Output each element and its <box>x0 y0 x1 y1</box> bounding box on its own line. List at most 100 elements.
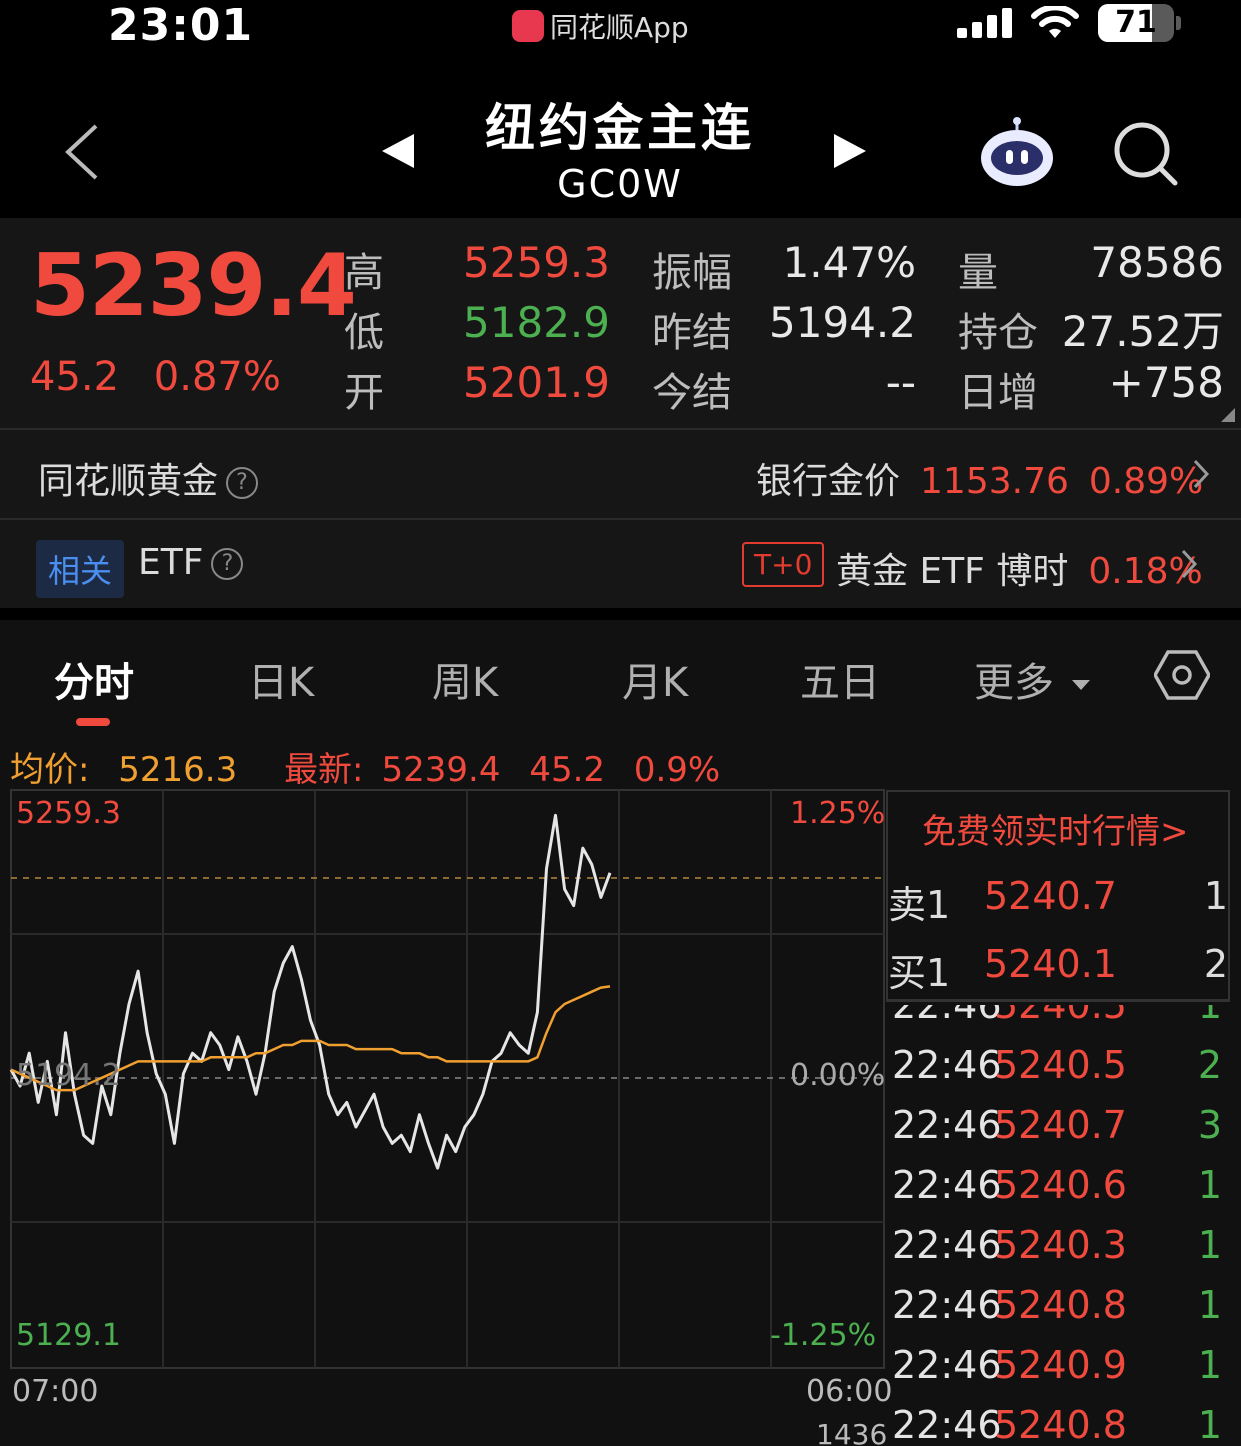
bid-label: 买1 <box>888 951 951 995</box>
instrument-code: GC0W <box>557 162 683 206</box>
tick-price: 5240.7 <box>994 1103 1127 1147</box>
tick-qty: 1 <box>1197 1283 1222 1327</box>
latest-change: 45.2 <box>529 750 606 790</box>
active-tab-indicator <box>76 718 110 726</box>
tab-intraday[interactable]: 分时 <box>54 650 134 708</box>
tick-row: 22:46 5240.8 1 <box>892 1283 1222 1343</box>
tick-qty: 2 <box>1197 1043 1222 1087</box>
open-interest-value: 27.52万 <box>1061 307 1224 356</box>
status-app-back[interactable]: 同花顺App <box>512 6 689 46</box>
next-contract-icon[interactable] <box>832 132 868 170</box>
chart-settings-icon[interactable] <box>1154 650 1210 700</box>
expand-corner-icon[interactable] <box>1221 408 1235 422</box>
daily-increase-value: +758 <box>1108 358 1224 407</box>
open-interest-label: 持仓 <box>958 310 1038 356</box>
status-bar: 23:01 同花顺App 71 <box>0 0 1241 52</box>
avg-price: 均价: 5216.3 <box>10 750 255 790</box>
daily-increase-label: 日增 <box>958 370 1038 416</box>
volume-label: 量 <box>958 250 998 296</box>
ask-label: 卖1 <box>888 883 951 927</box>
today-settle-value: -- <box>885 358 916 407</box>
latest-value: 5239.4 <box>381 750 501 790</box>
free-quote-link[interactable]: 免费领实时行情> <box>922 804 1189 853</box>
etf-info: 黄金 ETF 博时 0.18% <box>836 542 1203 594</box>
battery-icon: 71 <box>1098 4 1174 42</box>
bank-gold-pct: 0.89% <box>1088 461 1204 502</box>
tick-row: 22:46 5240.5 2 <box>892 1043 1222 1103</box>
tick-qty: 1 <box>1197 1223 1222 1267</box>
period-tabs: 分时 日K 周K 月K 五日 更多 <box>0 620 1241 728</box>
change-percent: 0.87% <box>153 354 281 400</box>
signal-icon <box>957 8 1012 38</box>
tick-time: 22:46 <box>892 1343 1002 1387</box>
price-change: 45.2 0.87% <box>30 354 303 400</box>
y-tick-left: 5259.3 <box>16 796 121 831</box>
volume-value: 78586 <box>1090 238 1224 287</box>
chevron-right-icon <box>1181 549 1198 579</box>
tab-monthly-k[interactable]: 月K <box>622 650 688 708</box>
open-label: 开 <box>344 370 384 416</box>
related-tag: 相关 <box>36 540 125 598</box>
tab-more[interactable]: 更多 <box>974 650 1091 708</box>
etf-row[interactable]: 相关 ETF? T+0 黄金 ETF 博时 0.18% <box>0 520 1241 608</box>
latest-label: 最新: <box>284 750 364 790</box>
robot-assistant-icon[interactable] <box>978 116 1056 188</box>
x-tick: 07:00 <box>12 1374 99 1409</box>
gold-row-label: 同花顺黄金? <box>38 452 259 504</box>
help-icon[interactable]: ? <box>226 467 259 499</box>
search-icon[interactable] <box>1112 120 1178 186</box>
last-price: 5239.4 <box>30 236 357 336</box>
tick-time: 22:46 <box>892 1163 1002 1207</box>
tick-list[interactable]: 22:46 5240.5 1 22:46 5240.5 2 22:46 5240.7 3 2… <box>886 1005 1230 1446</box>
etf-label-wrap: ETF? <box>138 542 244 583</box>
open-value: 5201.9 <box>463 358 610 407</box>
tick-qty: 1 <box>1197 1005 1222 1027</box>
series-layer <box>9 813 612 1170</box>
tick-time: 22:46 <box>892 1103 1002 1147</box>
tab-five-day[interactable]: 五日 <box>800 650 880 708</box>
order-book: 免费领实时行情> 卖1 5240.7 1 买1 5240.1 2 22:46 52… <box>886 790 1230 1446</box>
low-label: 低 <box>344 310 384 356</box>
status-app-name: 同花顺App <box>550 11 689 44</box>
high-value: 5259.3 <box>463 238 610 287</box>
avg-price-value: 5216.3 <box>118 750 238 790</box>
tab-weekly-k[interactable]: 周K <box>432 650 498 708</box>
bank-gold-price: 1153.76 <box>920 461 1069 502</box>
y-tick-right: 0.00% <box>790 1058 886 1093</box>
intraday-chart[interactable] <box>0 788 886 1446</box>
tick-row: 22:46 5240.5 1 <box>892 1005 1222 1043</box>
bid-price: 5240.1 <box>984 942 1117 986</box>
bid-qty: 2 <box>1203 942 1228 986</box>
change-value: 45.2 <box>30 354 120 400</box>
instrument-title: 纽约金主连 <box>485 99 755 157</box>
tick-qty: 1 <box>1197 1403 1222 1446</box>
y-tick-left: 5194.2 <box>16 1058 121 1093</box>
etf-label: ETF <box>138 542 204 583</box>
etf-name: 黄金 ETF 博时 <box>836 551 1069 592</box>
tick-time: 22:46 <box>892 1043 1002 1087</box>
tick-price: 5240.6 <box>994 1163 1127 1207</box>
ask-price: 5240.7 <box>984 874 1117 918</box>
help-icon[interactable]: ? <box>211 548 244 580</box>
high-label: 高 <box>344 250 384 296</box>
gold-row[interactable]: 同花顺黄金? 银行金价 1153.76 0.89% <box>0 430 1241 518</box>
price-series-line <box>9 813 612 1170</box>
t0-badge: T+0 <box>742 542 825 587</box>
tick-price: 5240.8 <box>994 1283 1127 1327</box>
x-tick: 06:00 <box>806 1374 893 1409</box>
back-icon[interactable] <box>62 122 102 182</box>
today-settle-label: 今结 <box>652 370 732 416</box>
bid-row: 买1 5240.1 2 <box>886 942 1230 1002</box>
tick-time: 22:46 <box>892 1283 1002 1327</box>
tick-price: 5240.3 <box>994 1223 1127 1267</box>
chart-frame <box>10 789 885 1369</box>
amplitude-value: 1.47% <box>782 238 916 287</box>
battery-level: 71 <box>1115 5 1157 40</box>
tab-daily-k[interactable]: 日K <box>248 650 314 708</box>
app-icon <box>512 10 544 42</box>
bank-gold: 银行金价 1153.76 0.89% <box>756 452 1203 504</box>
tick-price: 5240.9 <box>994 1343 1127 1387</box>
prev-contract-icon[interactable] <box>380 132 416 170</box>
tick-row: 22:46 5240.9 1 <box>892 1343 1222 1403</box>
bank-gold-label: 银行金价 <box>756 461 901 502</box>
